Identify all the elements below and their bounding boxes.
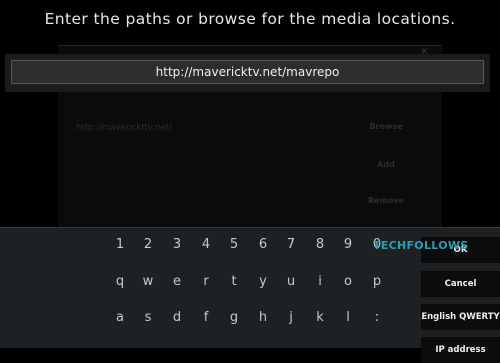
key[interactable]: l (334, 306, 362, 330)
key[interactable]: 5 (220, 233, 248, 257)
key[interactable]: : (363, 306, 391, 330)
cancel-button[interactable]: Cancel (421, 271, 500, 297)
key[interactable]: s (134, 306, 162, 330)
remove-button: Remove (367, 196, 405, 205)
key[interactable]: e (163, 270, 191, 294)
key[interactable]: q (106, 270, 134, 294)
key[interactable]: 1 (106, 233, 134, 257)
key[interactable]: f (192, 306, 220, 330)
key[interactable]: 7 (277, 233, 305, 257)
key[interactable]: w (134, 270, 162, 294)
watermark-logo: TECHFOLLOWS (373, 239, 469, 252)
dialog-heading: Enter the paths or browse for the media … (44, 10, 456, 28)
key[interactable]: h (249, 306, 277, 330)
key[interactable]: k (306, 306, 334, 330)
key[interactable]: g (220, 306, 248, 330)
key[interactable]: 9 (334, 233, 362, 257)
key[interactable]: u (277, 270, 305, 294)
browse-button: Browse (369, 122, 403, 131)
add-button: Add (377, 160, 395, 169)
key[interactable]: t (220, 270, 248, 294)
background-path-text: http://maverickttv.net/ (76, 123, 172, 133)
key[interactable]: y (249, 270, 277, 294)
key[interactable]: p (363, 270, 391, 294)
key[interactable]: o (334, 270, 362, 294)
key[interactable]: 2 (134, 233, 162, 257)
key[interactable]: 3 (163, 233, 191, 257)
path-input-container: http://mavericktv.net/mavrepo (5, 54, 490, 92)
key[interactable]: d (163, 306, 191, 330)
key[interactable]: 6 (249, 233, 277, 257)
path-input[interactable]: http://mavericktv.net/mavrepo (11, 60, 484, 84)
key[interactable]: 4 (192, 233, 220, 257)
ip-address-button[interactable]: IP address (421, 337, 500, 363)
key[interactable]: a (106, 306, 134, 330)
key[interactable]: r (192, 270, 220, 294)
layout-button[interactable]: English QWERTY (421, 304, 500, 330)
key[interactable]: 8 (306, 233, 334, 257)
key[interactable]: j (277, 306, 305, 330)
key[interactable]: i (306, 270, 334, 294)
